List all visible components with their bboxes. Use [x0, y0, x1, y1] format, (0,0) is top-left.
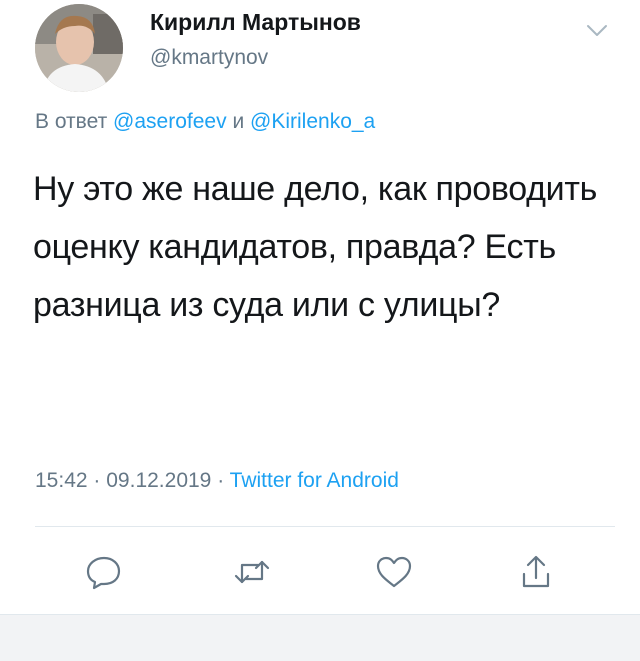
heart-icon [374, 556, 414, 594]
user-handle[interactable]: @kmartynov [150, 46, 268, 70]
mention-link[interactable]: @aserofeev [113, 110, 227, 133]
tweet-meta: 15:42 · 09.12.2019 · Twitter for Android [35, 469, 399, 493]
like-button[interactable] [374, 554, 414, 590]
reply-button[interactable] [84, 554, 124, 590]
tweet-card: Кирилл Мартынов @kmartynov В ответ @aser… [0, 0, 640, 661]
share-icon [516, 555, 556, 594]
tweet-text: Ну это же наше дело, как проводить оценк… [33, 170, 598, 324]
meta-separator: · [93, 469, 101, 492]
reply-prefix: В ответ [35, 110, 108, 133]
reply-context: В ответ @aserofeev и @Kirilenko_a [35, 110, 375, 134]
reply-conjunction: и [232, 110, 245, 133]
footer-band [0, 615, 640, 661]
tweet-date: 09.12.2019 [106, 469, 212, 492]
retweet-button[interactable] [232, 554, 272, 590]
mention-link[interactable]: @Kirilenko_a [250, 110, 375, 133]
meta-separator: · [217, 469, 225, 492]
chevron-down-icon[interactable] [582, 18, 612, 42]
divider [35, 526, 615, 527]
display-name[interactable]: Кирилл Мартынов [150, 9, 361, 36]
reply-icon [84, 556, 124, 594]
retweet-icon [232, 560, 272, 594]
tweet-source-link[interactable]: Twitter for Android [230, 469, 399, 492]
avatar[interactable] [35, 4, 123, 92]
tweet-time: 15:42 [35, 469, 88, 492]
share-button[interactable] [516, 554, 556, 590]
